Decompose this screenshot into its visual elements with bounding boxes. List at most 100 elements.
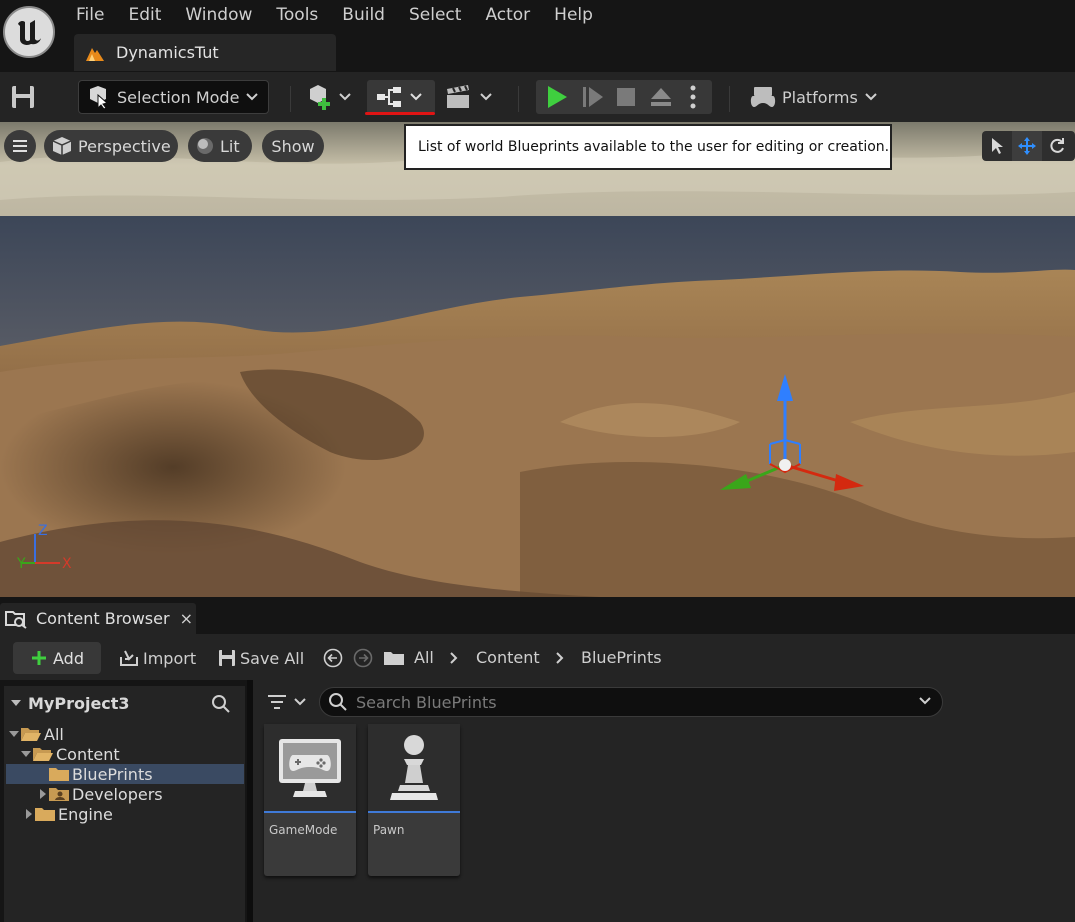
tree-item-developers[interactable]: Developers [6, 784, 244, 804]
menu-select[interactable]: Select [397, 0, 473, 30]
tree-item-all[interactable]: All [6, 724, 244, 744]
breadcrumb-content[interactable]: Content [476, 642, 540, 674]
translate-tool-button[interactable] [1012, 131, 1042, 161]
perspective-label: Perspective [78, 136, 171, 156]
chevron-down-icon [339, 93, 351, 101]
history-back-button[interactable] [323, 642, 343, 674]
stop-button[interactable] [608, 87, 644, 107]
menu-tools[interactable]: Tools [264, 0, 330, 30]
asset-tile-pawn[interactable]: Pawn [368, 724, 460, 876]
axis-x-label: X [62, 556, 72, 572]
view-mode-lit-button[interactable]: Lit [188, 130, 252, 162]
asset-search-box[interactable] [319, 687, 943, 717]
menu-edit[interactable]: Edit [116, 0, 173, 30]
folder-path-button[interactable] [383, 642, 405, 674]
selection-mode-dropdown[interactable]: Selection Mode [78, 80, 269, 114]
asset-thumbnail [368, 724, 460, 813]
asset-search-input[interactable] [356, 692, 896, 712]
eject-button[interactable] [644, 87, 678, 107]
level-viewport[interactable]: Z X Y Perspective Lit Show List of world… [0, 122, 1075, 597]
gamepad-monitor-icon [279, 738, 341, 797]
tree-item-content[interactable]: Content [6, 744, 244, 764]
more-vertical-icon [690, 85, 696, 109]
chevron-down-icon [246, 93, 259, 101]
rotate-tool-button[interactable] [1042, 131, 1072, 161]
content-browser-toolbar: Add Import Save All All Content BluePrin… [0, 634, 1075, 680]
save-icon [12, 86, 34, 108]
menu-window[interactable]: Window [173, 0, 264, 30]
perspective-button[interactable]: Perspective [44, 130, 178, 162]
menu-build[interactable]: Build [330, 0, 397, 30]
project-header[interactable]: MyProject3 [4, 686, 245, 720]
caret-down-icon [21, 751, 31, 757]
save-button[interactable] [10, 80, 40, 114]
search-icon [329, 693, 347, 711]
asset-tile-gamemode[interactable]: GameMode [264, 724, 356, 876]
play-button[interactable] [536, 85, 578, 109]
tree-item-blueprints[interactable]: BluePrints [6, 764, 244, 784]
level-icon [86, 47, 104, 61]
breadcrumb-chevron-icon [555, 642, 565, 674]
quick-add-button[interactable] [306, 80, 356, 114]
tree-label: Developers [72, 784, 163, 804]
breadcrumb-all[interactable]: All [414, 642, 434, 674]
hamburger-menu-icon [13, 140, 27, 152]
sources-tree-panel: MyProject3 All Content BluePrints Develo… [4, 686, 245, 922]
tree-label: Engine [58, 804, 113, 824]
menu-help[interactable]: Help [542, 0, 605, 30]
filter-button[interactable] [267, 690, 311, 714]
axis-y-label: Y [16, 556, 26, 572]
level-tab[interactable]: DynamicsTut [74, 34, 336, 71]
history-forward-button[interactable] [353, 642, 373, 674]
unreal-logo-icon[interactable] [3, 6, 55, 58]
show-label: Show [271, 136, 315, 156]
menu-file[interactable]: File [64, 0, 116, 30]
add-button[interactable]: Add [13, 642, 101, 674]
tree-item-engine[interactable]: Engine [6, 804, 244, 824]
chevron-down-icon [294, 698, 306, 706]
menu-actor[interactable]: Actor [473, 0, 542, 30]
play-options-button[interactable] [678, 85, 708, 109]
open-folder-icon [21, 728, 41, 741]
save-all-button[interactable]: Save All [218, 642, 304, 674]
import-button[interactable]: Import [119, 642, 196, 674]
axis-z-label: Z [38, 523, 48, 539]
forward-arrow-icon [353, 648, 373, 668]
import-icon [120, 650, 138, 666]
select-tool-button[interactable] [982, 131, 1012, 161]
breadcrumb-chevron-icon [449, 642, 459, 674]
close-icon[interactable]: × [180, 609, 193, 628]
main-toolbar: Selection Mode Platforms [0, 72, 1075, 122]
blueprints-tooltip: List of world Blueprints available to th… [404, 124, 892, 170]
eject-icon [651, 88, 671, 106]
lit-label: Lit [220, 136, 240, 156]
viewport-scene[interactable]: Z X Y [0, 122, 1075, 597]
tooltip-text: List of world Blueprints available to th… [418, 139, 890, 155]
cursor-arrow-icon [992, 138, 1003, 154]
move-arrows-icon [1018, 137, 1036, 155]
stop-icon [617, 88, 635, 106]
plus-icon [32, 651, 46, 665]
viewport-options-button[interactable] [4, 130, 36, 162]
platforms-dropdown[interactable]: Platforms [750, 80, 880, 114]
level-tab-label: DynamicsTut [116, 43, 219, 62]
caret-right-icon [40, 789, 46, 799]
show-flags-button[interactable]: Show [262, 130, 324, 162]
add-actor-icon [310, 85, 330, 110]
content-browser-tab[interactable]: Content Browser × [0, 603, 196, 634]
breadcrumb-blueprints[interactable]: BluePrints [581, 642, 662, 674]
platforms-label: Platforms [782, 87, 858, 107]
search-icon[interactable] [211, 694, 231, 714]
toolbar-divider [729, 86, 730, 112]
selection-mode-icon [90, 86, 109, 109]
import-label: Import [143, 648, 197, 668]
caret-right-icon [26, 809, 32, 819]
cinematics-button[interactable] [445, 80, 495, 114]
save-all-icon [219, 650, 235, 666]
chevron-down-icon[interactable] [918, 696, 932, 706]
blueprints-button[interactable] [367, 80, 435, 114]
cube-icon [52, 137, 72, 155]
tree-label: All [44, 724, 64, 744]
asset-thumbnail [264, 724, 356, 813]
advance-frame-button[interactable] [578, 85, 608, 109]
